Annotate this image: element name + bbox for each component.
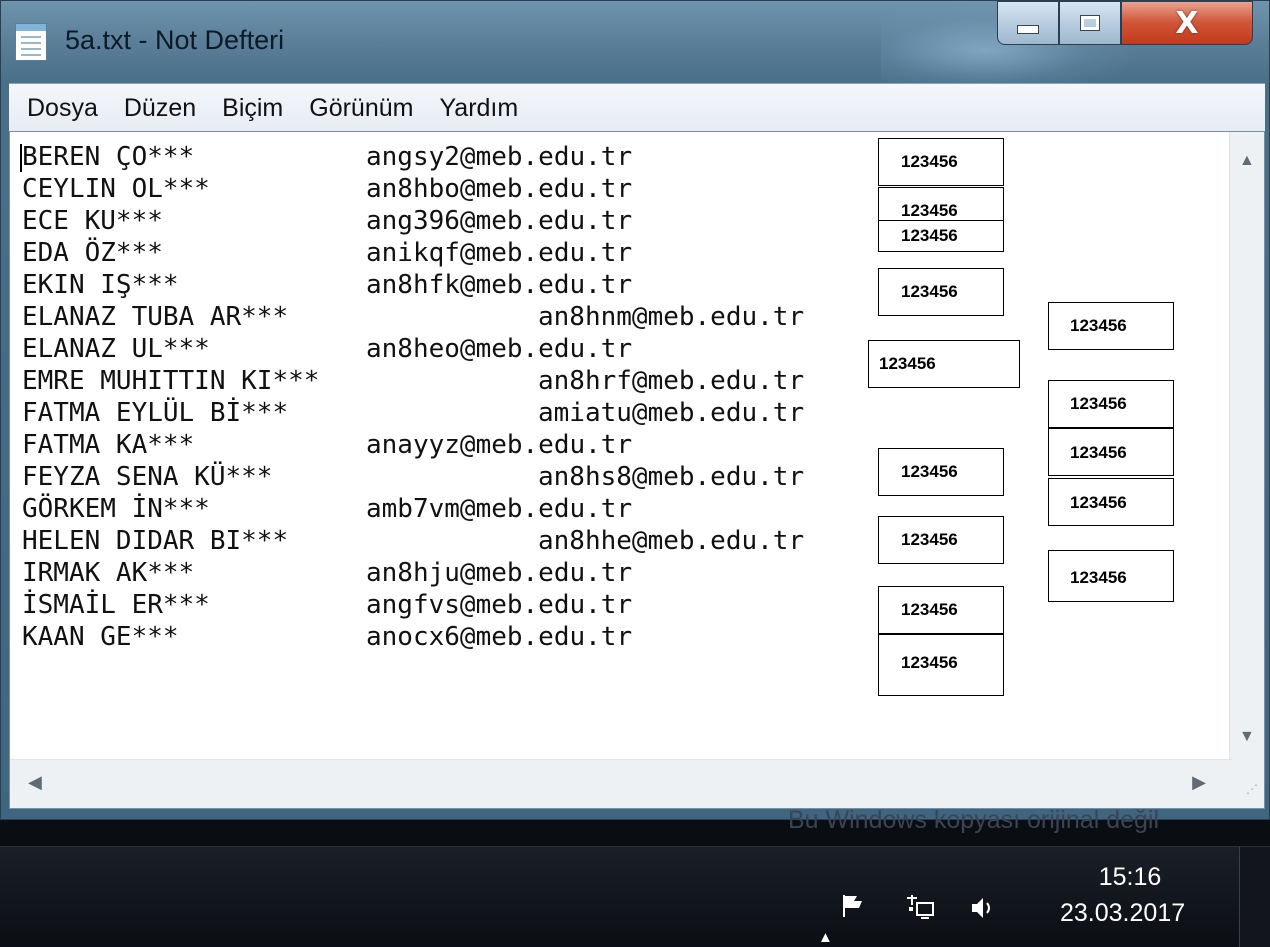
student-name: ELANAZ UL*** (22, 334, 210, 364)
student-email: an8hs8@meb.edu.tr (538, 462, 805, 492)
student-email: anocx6@meb.edu.tr (366, 622, 633, 652)
volume-icon[interactable] (968, 895, 998, 921)
scroll-right-icon[interactable]: ▶ (1192, 772, 1206, 793)
clock-time[interactable]: 15:16 (1085, 863, 1175, 892)
menu-yardim[interactable]: Yardım (426, 94, 531, 123)
text-editor[interactable]: BEREN ÇO*** angsy2@meb.edu.tr CEYLIN OL**… (9, 131, 1265, 809)
network-icon[interactable] (905, 893, 937, 923)
taskbar: ▲ 15:16 23.03.2017 (0, 846, 1270, 947)
student-email: amb7vm@meb.edu.tr (366, 494, 633, 524)
student-name: CEYLIN OL*** (22, 174, 210, 204)
menu-dosya[interactable]: Dosya (9, 94, 111, 123)
student-email: an8hbo@meb.edu.tr (366, 174, 633, 204)
password-box: 123456 (878, 448, 1004, 496)
student-email: an8hhe@meb.edu.tr (538, 526, 805, 556)
vertical-scrollbar[interactable]: ▲ ▼ (1229, 132, 1264, 760)
student-email: angfvs@meb.edu.tr (366, 590, 633, 620)
student-name: FATMA EYLÜL Bİ*** (22, 398, 289, 428)
password-box: 123456 (878, 220, 1004, 252)
password-box: 123456 (1048, 550, 1174, 602)
notepad-icon[interactable] (15, 23, 47, 61)
student-email: angsy2@meb.edu.tr (366, 142, 633, 172)
password-box: 123456 (1048, 478, 1174, 526)
student-email: ang396@meb.edu.tr (366, 206, 633, 236)
student-email: an8hju@meb.edu.tr (366, 558, 633, 588)
action-center-flag-icon[interactable] (840, 893, 866, 919)
password-box: 123456 (1048, 428, 1174, 476)
show-desktop-button[interactable] (1239, 847, 1270, 947)
menu-gorunum[interactable]: Görünüm (296, 94, 426, 123)
password-box: 123456 (868, 340, 1020, 388)
show-hidden-icons-arrow-icon[interactable]: ▲ (818, 929, 833, 946)
student-name: HELEN DIDAR BI*** (22, 526, 289, 556)
student-email: anayyz@meb.edu.tr (366, 430, 633, 460)
close-button[interactable]: X (1121, 1, 1253, 45)
student-name: KAAN GE*** (22, 622, 179, 652)
window-title: 5a.txt - Not Defteri (65, 25, 285, 55)
password-box: 123456 (878, 586, 1004, 634)
minimize-icon (1017, 24, 1039, 34)
resize-grip-icon[interactable]: ⋰ (1230, 760, 1264, 808)
password-box: 123456 (878, 138, 1004, 186)
student-email: an8hnm@meb.edu.tr (538, 302, 805, 332)
menu-duzen[interactable]: Düzen (111, 94, 209, 123)
student-name: EMRE MUHITTIN KI*** (22, 366, 320, 396)
student-name: ELANAZ TUBA AR*** (22, 302, 289, 332)
menu-bar: Dosya Düzen Biçim Görünüm Yardım (9, 83, 1265, 132)
student-name: FEYZA SENA KÜ*** (22, 462, 273, 492)
student-name: GÖRKEM İN*** (22, 494, 210, 524)
password-box: 123456 (878, 516, 1004, 564)
password-box: 123456 (1048, 302, 1174, 350)
student-name: IRMAK AK*** (22, 558, 195, 588)
student-name: FATMA KA*** (22, 430, 195, 460)
student-name: İSMAİL ER*** (22, 590, 210, 620)
maximize-button[interactable] (1059, 1, 1121, 45)
password-box: 123456 (878, 634, 1004, 696)
title-bar[interactable]: 5a.txt - Not Defteri X (1, 1, 1269, 83)
scroll-up-icon[interactable]: ▲ (1239, 152, 1255, 170)
student-name: BEREN ÇO*** (22, 142, 195, 172)
notepad-window: 5a.txt - Not Defteri X Dosya Düzen Biçim… (0, 0, 1270, 820)
password-box: 123456 (878, 268, 1004, 316)
windows-watermark: Bu Windows kopyası orijinal değil (788, 806, 1160, 834)
menu-bicim[interactable]: Biçim (209, 94, 296, 123)
maximize-icon (1080, 15, 1100, 31)
student-email: an8heo@meb.edu.tr (366, 334, 633, 364)
clock-date[interactable]: 23.03.2017 (1060, 899, 1185, 928)
close-icon: X (1175, 5, 1199, 41)
horizontal-scrollbar[interactable]: ◀ ▶ (10, 759, 1232, 808)
student-email: amiatu@meb.edu.tr (538, 398, 805, 428)
student-name: ECE KU*** (22, 206, 163, 236)
student-email: anikqf@meb.edu.tr (366, 238, 633, 268)
student-email: an8hrf@meb.edu.tr (538, 366, 805, 396)
scroll-left-icon[interactable]: ◀ (28, 772, 42, 793)
scroll-down-icon[interactable]: ▼ (1239, 728, 1255, 746)
student-name: EKIN IŞ*** (22, 270, 179, 300)
student-name: EDA ÖZ*** (22, 238, 163, 268)
minimize-button[interactable] (997, 1, 1059, 45)
student-email: an8hfk@meb.edu.tr (366, 270, 633, 300)
password-box: 123456 (1048, 380, 1174, 428)
caption-buttons: X (997, 1, 1253, 47)
